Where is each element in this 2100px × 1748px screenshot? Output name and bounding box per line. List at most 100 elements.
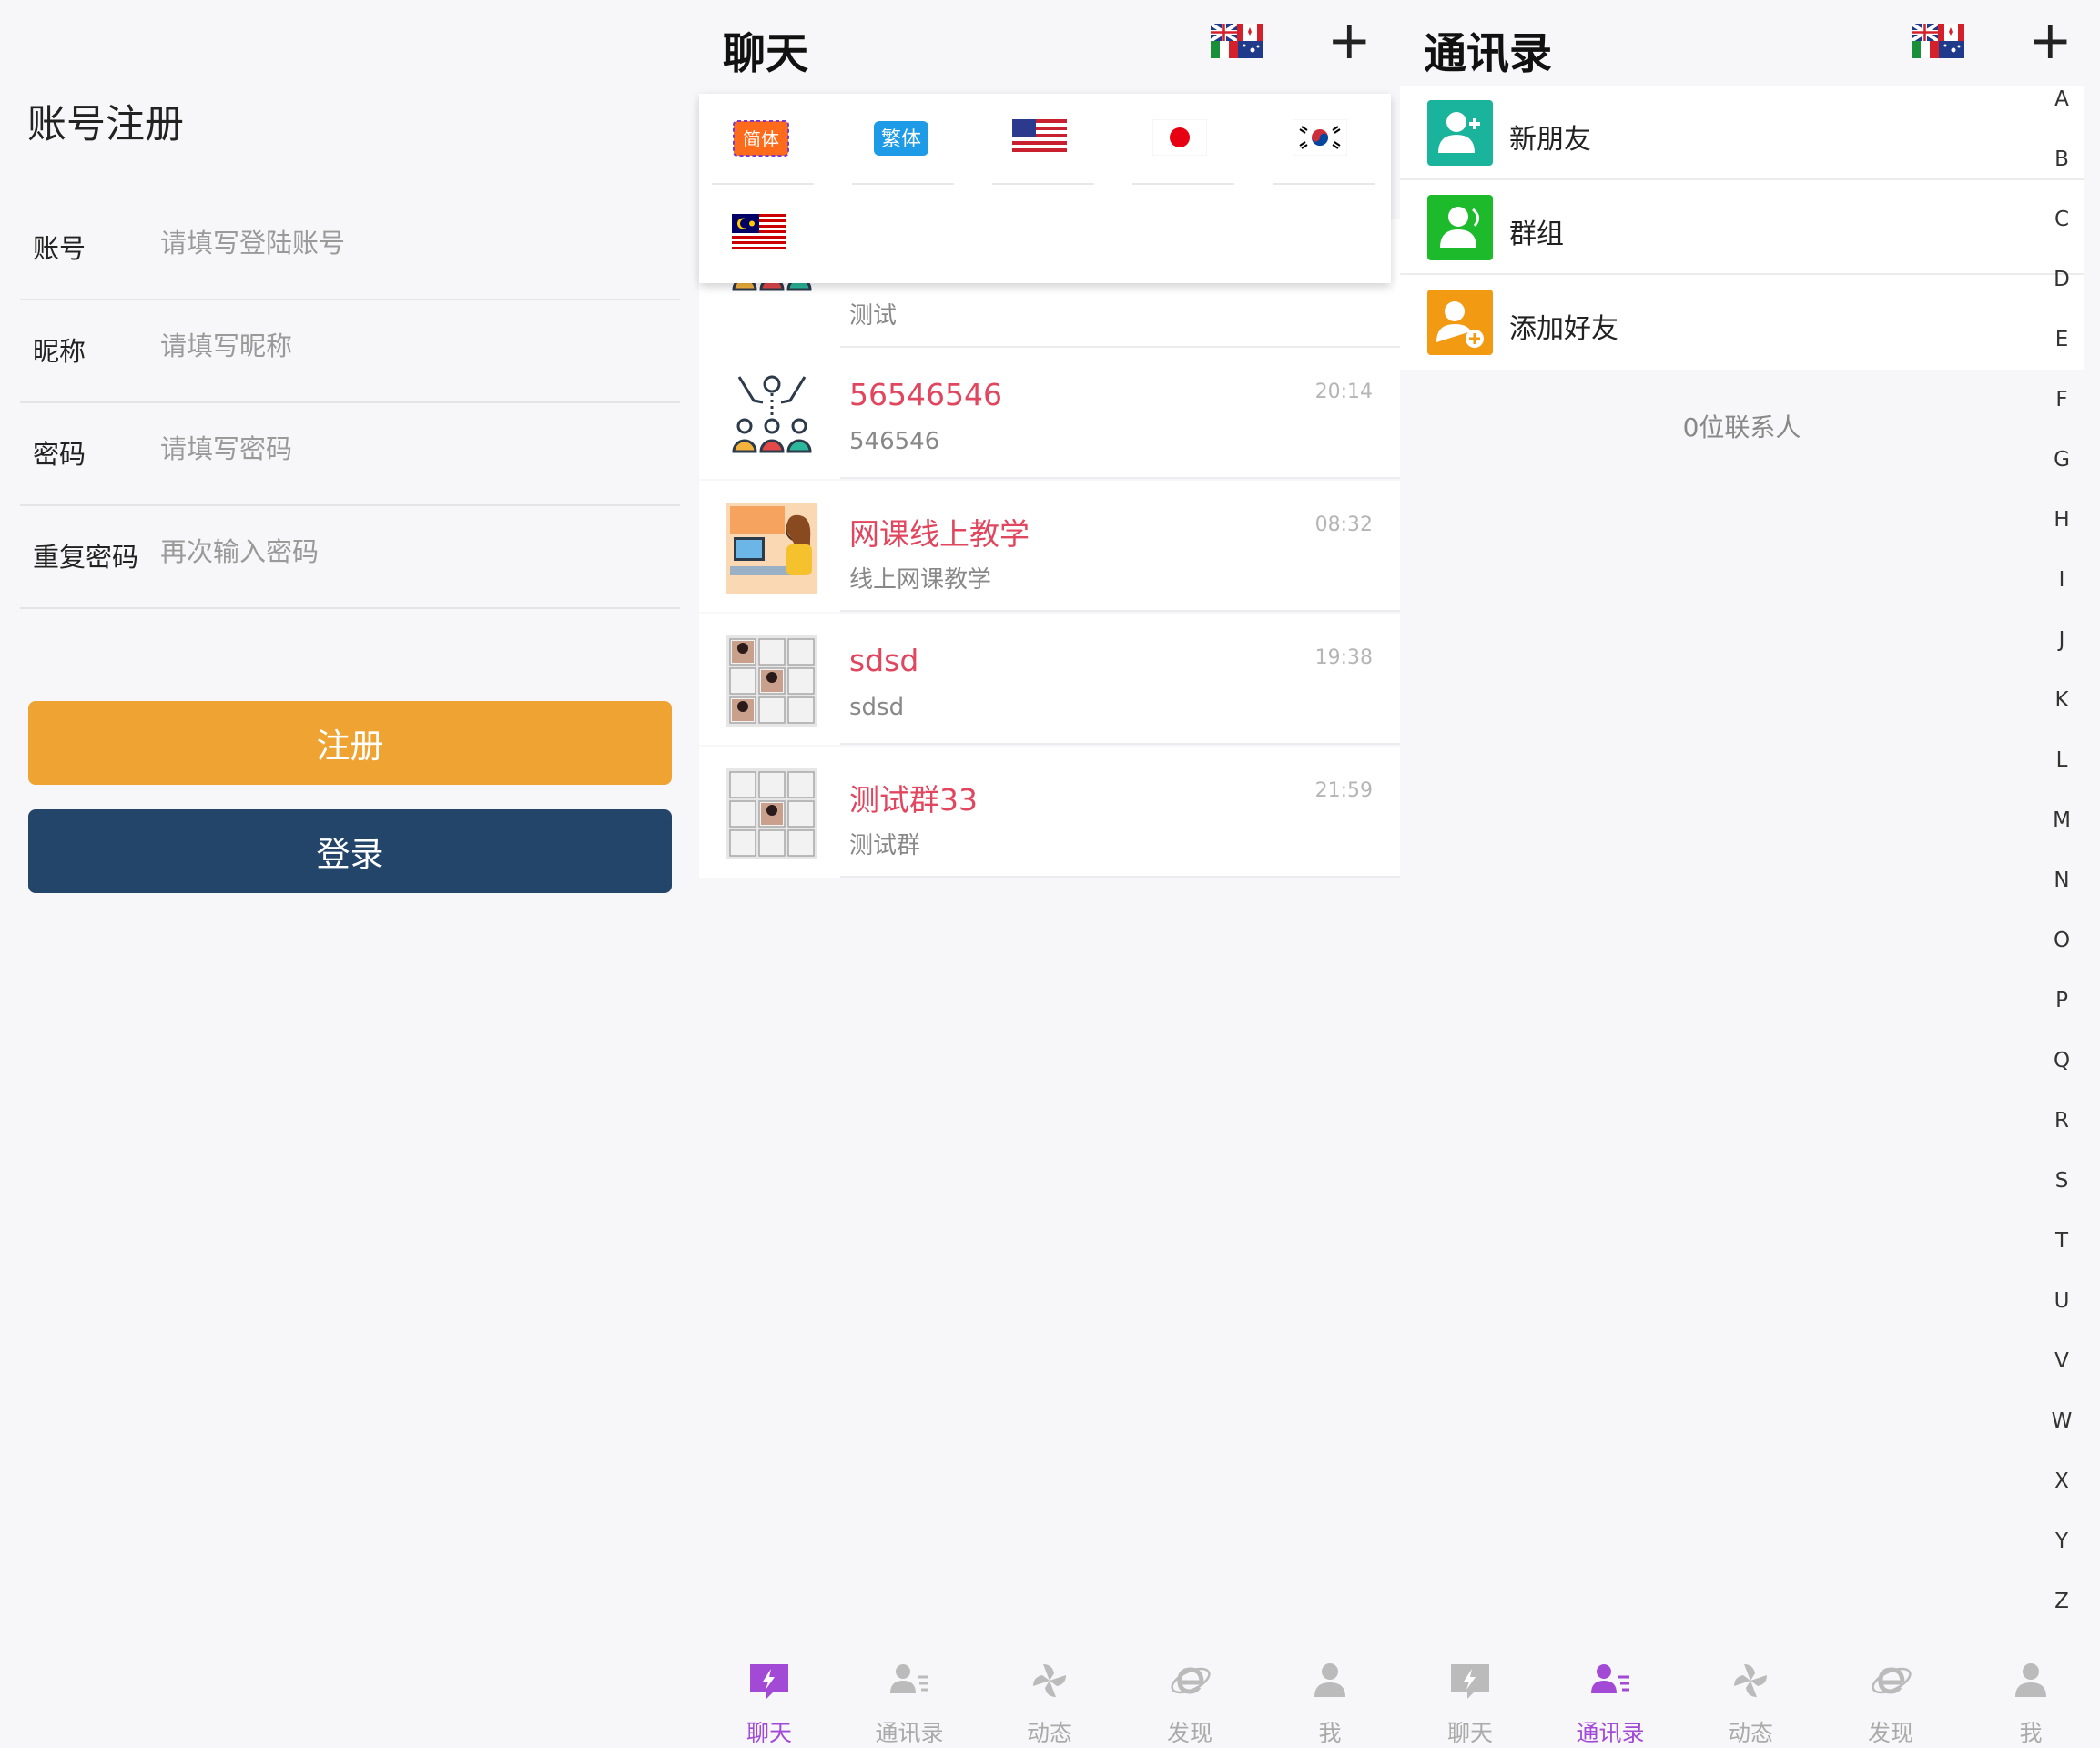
- online-class-avatar-icon: [726, 503, 817, 594]
- index-letter[interactable]: Z: [2044, 1590, 2080, 1613]
- chat-list-item[interactable]: 网课线上教学 线上网课教学 08:32: [699, 481, 1400, 612]
- contact-count: 0位联系人: [1682, 412, 1801, 442]
- repeat-password-row: 重复密码: [20, 505, 680, 609]
- groups-row[interactable]: 群组: [1400, 180, 2084, 275]
- tab-chat[interactable]: 聊天: [699, 1657, 839, 1746]
- index-letter[interactable]: X: [2044, 1469, 2080, 1493]
- index-letter[interactable]: W: [2044, 1409, 2080, 1433]
- lang-option-korean[interactable]: [1273, 94, 1375, 185]
- contact-row-label: 添加好友: [1509, 313, 1618, 345]
- index-letter[interactable]: C: [2044, 208, 2080, 231]
- chat-bolt-icon: [1451, 1664, 1489, 1699]
- chat-time: 19:38: [1314, 646, 1373, 669]
- new-friends-row[interactable]: 新朋友: [1400, 86, 2084, 180]
- index-letter[interactable]: N: [2044, 869, 2080, 892]
- svg-text:简体: 简体: [743, 128, 779, 150]
- alphabet-index: A B C D E F G H I J K L M N O P Q R S T U V W X Y Z: [2044, 0, 2080, 1746]
- nickname-input[interactable]: [158, 320, 672, 372]
- japan-flag-icon: [1152, 119, 1207, 156]
- index-letter[interactable]: T: [2044, 1229, 2080, 1253]
- index-letter[interactable]: E: [2044, 328, 2080, 351]
- chat-preview: 测试: [849, 302, 898, 330]
- tab-contacts[interactable]: 通讯录: [839, 1657, 979, 1746]
- index-letter[interactable]: I: [2044, 568, 2080, 592]
- add-button[interactable]: +: [1327, 13, 1372, 67]
- index-letter[interactable]: J: [2044, 628, 2080, 652]
- new-friend-icon: [1427, 100, 1493, 166]
- chat-time: 08:32: [1314, 513, 1373, 536]
- index-letter[interactable]: H: [2044, 508, 2080, 532]
- index-letter[interactable]: Q: [2044, 1049, 2080, 1072]
- index-letter[interactable]: F: [2044, 388, 2080, 412]
- account-input[interactable]: [158, 217, 672, 269]
- chat-preview: 线上网课教学: [849, 566, 992, 594]
- index-letter[interactable]: L: [2044, 748, 2080, 772]
- tab-contacts[interactable]: 通讯录: [1540, 1657, 1680, 1746]
- index-letter[interactable]: V: [2044, 1349, 2080, 1373]
- index-letter[interactable]: S: [2044, 1169, 2080, 1193]
- lang-option-simplified[interactable]: 简体: [712, 94, 814, 185]
- lang-option-malay[interactable]: [712, 188, 814, 279]
- traditional-chinese-icon: 繁体: [874, 121, 928, 156]
- index-letter[interactable]: O: [2044, 929, 2080, 952]
- tab-moments[interactable]: 动态: [979, 1657, 1120, 1746]
- index-letter[interactable]: P: [2044, 989, 2080, 1012]
- tab-chat[interactable]: 聊天: [1400, 1657, 1540, 1746]
- chat-list-item[interactable]: sdsd sdsd 19:38: [699, 614, 1400, 745]
- contact-row-label: 群组: [1509, 218, 1564, 250]
- tab-label: 发现: [1867, 1720, 1913, 1746]
- register-button[interactable]: 注册: [28, 701, 672, 785]
- tab-label: 聊天: [746, 1720, 792, 1746]
- chat-name: 网课线上教学: [849, 516, 1030, 552]
- tab-moments[interactable]: 动态: [1680, 1657, 1821, 1746]
- index-letter[interactable]: K: [2044, 688, 2080, 712]
- add-friend-row[interactable]: 添加好友: [1400, 275, 2084, 370]
- index-letter[interactable]: G: [2044, 448, 2080, 472]
- page-title: 账号注册: [27, 102, 184, 147]
- repeat-password-input[interactable]: [158, 525, 672, 578]
- tab-discover[interactable]: 发现: [1120, 1657, 1260, 1746]
- tab-label: 通讯录: [1576, 1720, 1645, 1746]
- tab-label: 动态: [1026, 1720, 1072, 1746]
- lang-option-traditional[interactable]: 繁体: [852, 94, 954, 185]
- tab-discover[interactable]: 发现: [1821, 1657, 1961, 1746]
- lang-option-japanese[interactable]: [1132, 94, 1234, 185]
- chat-name: 56546546: [849, 377, 1002, 412]
- account-row: 账号: [20, 197, 680, 300]
- tab-label: 我: [1318, 1720, 1342, 1746]
- index-letter[interactable]: M: [2044, 808, 2080, 832]
- group-grid-avatar-icon: [726, 635, 817, 727]
- chat-list-item[interactable]: 56546546 546546 20:14: [699, 348, 1400, 479]
- password-input[interactable]: [158, 422, 672, 475]
- index-letter[interactable]: D: [2044, 268, 2080, 291]
- repeat-password-label: 重复密码: [33, 542, 139, 573]
- group-avatar-icon: [732, 375, 812, 453]
- password-label: 密码: [33, 439, 86, 470]
- nickname-row: 昵称: [20, 300, 680, 403]
- index-letter[interactable]: U: [2044, 1289, 2080, 1313]
- chat-list-item[interactable]: 测试群33 测试群 21:59: [699, 747, 1400, 878]
- index-letter[interactable]: R: [2044, 1109, 2080, 1133]
- index-letter[interactable]: A: [2044, 87, 2080, 111]
- login-button[interactable]: 登录: [28, 809, 672, 893]
- index-letter[interactable]: B: [2044, 147, 2080, 171]
- account-label: 账号: [33, 233, 86, 264]
- tab-label: 通讯录: [875, 1720, 944, 1746]
- pinwheel-icon: [1734, 1664, 1767, 1697]
- language-flag-icon[interactable]: [1912, 24, 1964, 58]
- tab-label: 聊天: [1446, 1720, 1493, 1746]
- language-flag-icon[interactable]: [1211, 24, 1263, 58]
- register-panel: 账号注册 账号 昵称 密码 重复密码 注册 登录: [0, 0, 699, 1746]
- index-letter[interactable]: Y: [2044, 1530, 2080, 1553]
- contacts-icon: [890, 1664, 928, 1693]
- chat-bolt-icon: [750, 1664, 788, 1699]
- page-title: 聊天: [723, 29, 808, 79]
- group-icon: [1427, 195, 1493, 260]
- password-row: 密码: [20, 402, 680, 506]
- chat-preview: 546546: [849, 428, 940, 455]
- chat-name: sdsd: [849, 643, 919, 678]
- add-friend-icon: [1427, 290, 1493, 355]
- ie-icon: [1171, 1667, 1211, 1694]
- tab-me[interactable]: 我: [1260, 1657, 1400, 1746]
- lang-option-english[interactable]: [992, 94, 1094, 185]
